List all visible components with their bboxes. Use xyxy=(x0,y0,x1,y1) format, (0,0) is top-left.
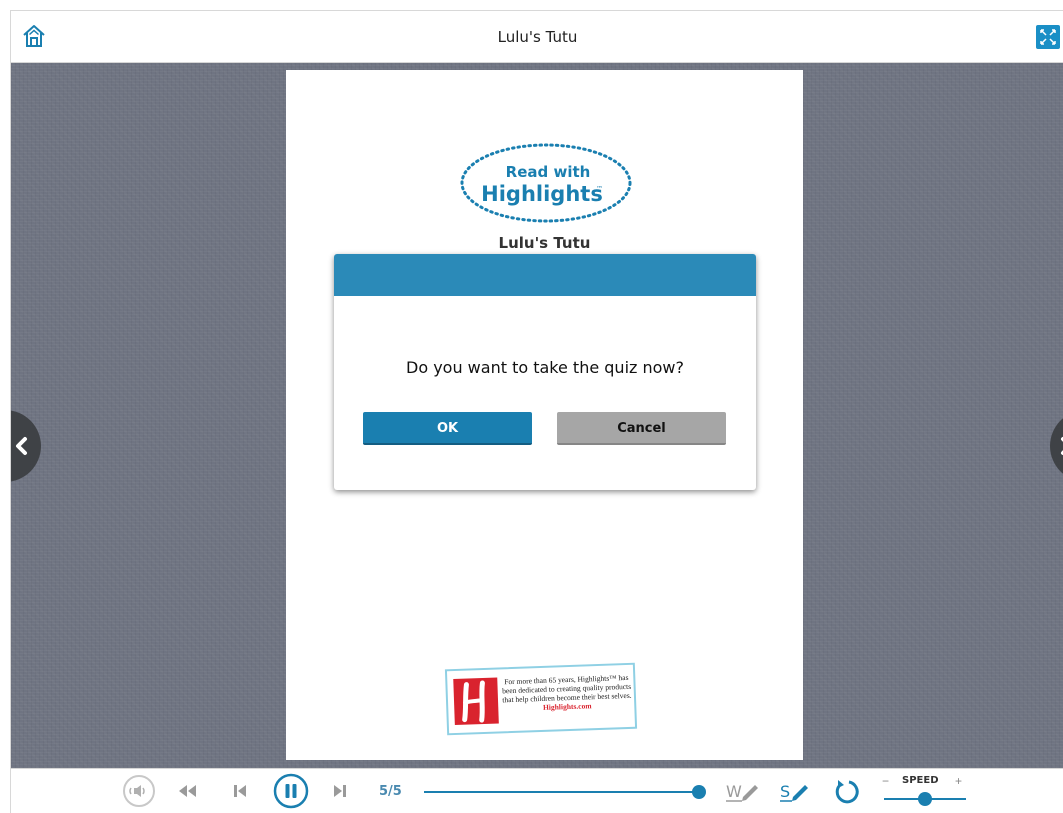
svg-text:W: W xyxy=(726,782,742,801)
playback-toolbar: 5/5 W S − SPEED + xyxy=(11,768,1063,813)
speed-slider[interactable] xyxy=(884,792,966,806)
footer-link: Highlights.com xyxy=(542,701,592,712)
speed-decrease[interactable]: − xyxy=(882,774,889,788)
progress-thumb[interactable] xyxy=(692,785,706,799)
footer-description: For more than 65 years, Highlights™ has … xyxy=(502,672,632,705)
svg-text:S: S xyxy=(780,782,790,801)
expand-icon[interactable] xyxy=(1036,25,1060,49)
read-with-highlights-logo: Read with Highlights ™ xyxy=(460,143,632,223)
dialog-header xyxy=(334,254,756,296)
highlights-h-logo xyxy=(453,677,499,726)
header-bar: Lulu's Tutu xyxy=(11,11,1063,63)
reader-window: Lulu's Tutu Read with Highlights ™ Lulu'… xyxy=(10,10,1063,813)
speed-thumb[interactable] xyxy=(918,792,932,806)
word-pencil-icon[interactable]: W xyxy=(725,777,761,805)
book-stage: Read with Highlights ™ Lulu's Tutu For m… xyxy=(11,63,1063,768)
rewind-icon[interactable] xyxy=(176,781,198,801)
logo-line2: Highlights xyxy=(481,182,603,206)
page-counter: 5/5 xyxy=(379,784,402,799)
footer-text: For more than 65 years, Highlights™ has … xyxy=(501,673,632,714)
logo-tm: ™ xyxy=(596,185,603,193)
ok-button[interactable]: OK xyxy=(363,412,532,445)
skip-next-icon[interactable] xyxy=(332,781,348,801)
progress-slider[interactable] xyxy=(424,785,706,799)
previous-page-arrow[interactable] xyxy=(11,410,41,482)
pause-icon[interactable] xyxy=(273,773,309,809)
cancel-button[interactable]: Cancel xyxy=(557,412,726,445)
speaker-icon[interactable] xyxy=(122,774,156,808)
highlights-footer-card: For more than 65 years, Highlights™ has … xyxy=(444,662,638,736)
sentence-pencil-icon[interactable]: S xyxy=(779,777,815,805)
skip-previous-icon[interactable] xyxy=(232,781,248,801)
dialog-message: Do you want to take the quiz now? xyxy=(406,358,684,377)
logo-line1: Read with xyxy=(506,163,591,181)
book-title: Lulu's Tutu xyxy=(498,234,591,252)
speed-label: SPEED xyxy=(902,775,939,786)
replay-icon[interactable] xyxy=(832,776,862,806)
next-page-arrow[interactable] xyxy=(1050,410,1063,482)
quiz-dialog: Do you want to take the quiz now? OK Can… xyxy=(334,254,756,490)
speed-increase[interactable]: + xyxy=(955,774,962,788)
page-title: Lulu's Tutu xyxy=(497,28,578,46)
